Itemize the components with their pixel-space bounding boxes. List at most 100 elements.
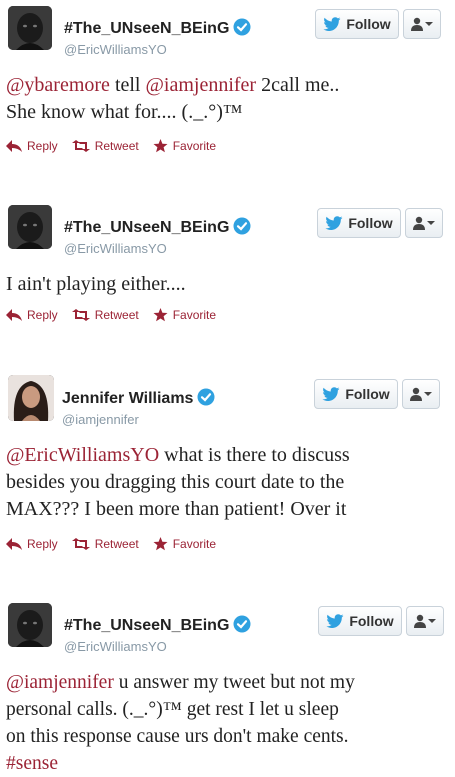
display-name-text: #The_UNseeN_BEinG bbox=[64, 617, 230, 634]
tweet-text: @ybaremore tell @iamjennifer 2call me.. … bbox=[6, 72, 446, 126]
tweet-text-segment: She know what for.... (._.°)™ bbox=[6, 101, 243, 123]
tweet-card: #The_UNseeN_BEinG @EricWilliamsYO Follow… bbox=[0, 6, 455, 166]
twitter-bird-icon bbox=[322, 387, 340, 401]
retweet-label: Retweet bbox=[94, 139, 139, 153]
retweet-icon bbox=[71, 309, 90, 321]
user-handle[interactable]: @EricWilliamsYO bbox=[64, 241, 167, 256]
star-icon bbox=[153, 139, 168, 153]
reply-button[interactable]: Reply bbox=[6, 308, 58, 322]
tweet-text: I ain't playing either.... bbox=[6, 271, 446, 298]
avatar[interactable] bbox=[8, 603, 52, 647]
star-icon bbox=[153, 537, 168, 551]
reply-button[interactable]: Reply bbox=[6, 139, 58, 153]
verified-badge-icon bbox=[233, 18, 251, 36]
favorite-label: Favorite bbox=[172, 537, 217, 551]
tweet-actions: Reply Retweet Favorite bbox=[6, 138, 230, 154]
reply-label: Reply bbox=[27, 139, 58, 153]
favorite-label: Favorite bbox=[172, 308, 217, 322]
display-name[interactable]: Jennifer Williams bbox=[62, 388, 215, 408]
tweet-text-segment: tell bbox=[109, 74, 146, 96]
retweet-button[interactable]: Retweet bbox=[71, 308, 139, 322]
retweet-label: Retweet bbox=[94, 308, 139, 322]
avatar-photo-icon bbox=[8, 375, 54, 421]
display-name[interactable]: #The_UNseeN_BEinG bbox=[64, 18, 251, 38]
twitter-bird-icon bbox=[323, 17, 341, 31]
tweet-text-segment: besides you dragging this court date to … bbox=[6, 471, 345, 493]
user-icon bbox=[410, 387, 422, 401]
follow-button[interactable]: Follow bbox=[318, 606, 402, 636]
follow-label: Follow bbox=[348, 215, 393, 231]
avatar[interactable] bbox=[8, 6, 52, 50]
reply-arrow-icon bbox=[6, 538, 22, 550]
tweet-text-segment: personal calls. (._.°)™ get rest I let u… bbox=[6, 699, 339, 720]
retweet-button[interactable]: Retweet bbox=[71, 537, 139, 551]
twitter-bird-icon bbox=[325, 216, 343, 230]
retweet-icon bbox=[71, 538, 90, 550]
display-name[interactable]: #The_UNseeN_BEinG bbox=[64, 217, 251, 237]
display-name-text: #The_UNseeN_BEinG bbox=[64, 219, 230, 236]
user-handle[interactable]: @EricWilliamsYO bbox=[64, 42, 167, 57]
user-actions-dropdown[interactable] bbox=[402, 379, 440, 409]
mention-link[interactable]: @iamjennifer bbox=[6, 672, 114, 693]
star-icon bbox=[153, 308, 168, 322]
user-handle[interactable]: @iamjennifer bbox=[62, 412, 139, 427]
tweet-text-segment: what is there to discuss bbox=[159, 444, 350, 466]
reply-arrow-icon bbox=[6, 309, 22, 321]
verified-badge-icon bbox=[233, 217, 251, 235]
reply-label: Reply bbox=[27, 308, 58, 322]
chevron-down-icon bbox=[425, 22, 433, 26]
reply-label: Reply bbox=[27, 537, 58, 551]
follow-label: Follow bbox=[345, 386, 390, 402]
user-actions-dropdown[interactable] bbox=[406, 606, 444, 636]
verified-badge-icon bbox=[233, 615, 251, 633]
user-icon bbox=[413, 216, 425, 230]
favorite-button[interactable]: Favorite bbox=[153, 139, 216, 153]
tweet-card: #The_UNseeN_BEinG @EricWilliamsYO Follow… bbox=[0, 603, 455, 776]
user-icon bbox=[414, 614, 426, 628]
chevron-down-icon bbox=[428, 619, 436, 623]
avatar-photo-icon bbox=[8, 205, 52, 249]
follow-label: Follow bbox=[346, 16, 391, 32]
tweet-text-segment: MAX??? I been more than patient! Over it bbox=[6, 498, 347, 520]
retweet-icon bbox=[71, 140, 90, 152]
tweet-actions: Reply Retweet Favorite bbox=[6, 307, 230, 323]
follow-label: Follow bbox=[349, 613, 394, 629]
verified-badge-icon bbox=[197, 388, 215, 406]
avatar-photo-icon bbox=[8, 603, 52, 647]
retweet-label: Retweet bbox=[94, 537, 139, 551]
favorite-button[interactable]: Favorite bbox=[153, 308, 216, 322]
user-icon bbox=[411, 17, 423, 31]
user-actions-dropdown[interactable] bbox=[405, 208, 443, 238]
tweet-card: #The_UNseeN_BEinG @EricWilliamsYO Follow… bbox=[0, 205, 455, 335]
tweet-text-segment: I ain't playing either.... bbox=[6, 273, 186, 295]
tweet-text: @EricWilliamsYO what is there to discuss… bbox=[6, 442, 446, 523]
follow-button[interactable]: Follow bbox=[317, 208, 401, 238]
chevron-down-icon bbox=[424, 392, 432, 396]
favorite-button[interactable]: Favorite bbox=[153, 537, 216, 551]
mention-link[interactable]: @EricWilliamsYO bbox=[6, 444, 159, 466]
tweet-card: Jennifer Williams @iamjennifer Follow @E… bbox=[0, 375, 455, 556]
mention-link[interactable]: @iamjennifer bbox=[145, 74, 256, 96]
display-name-text: #The_UNseeN_BEinG bbox=[64, 20, 230, 37]
tweet-text-segment: on this response cause urs don't make ce… bbox=[6, 726, 349, 747]
twitter-bird-icon bbox=[326, 614, 344, 628]
user-actions-dropdown[interactable] bbox=[403, 9, 441, 39]
tweet-text-segment: u answer my tweet but not my bbox=[113, 672, 355, 693]
avatar[interactable] bbox=[8, 205, 52, 249]
tweet-text: @iamjennifer u answer my tweet but not m… bbox=[6, 669, 446, 777]
mention-link[interactable]: @ybaremore bbox=[6, 74, 110, 96]
user-handle[interactable]: @EricWilliamsYO bbox=[64, 639, 167, 654]
display-name-text: Jennifer Williams bbox=[62, 390, 194, 407]
follow-button[interactable]: Follow bbox=[314, 379, 398, 409]
display-name[interactable]: #The_UNseeN_BEinG bbox=[64, 615, 251, 635]
avatar-photo-icon bbox=[8, 6, 52, 50]
follow-button[interactable]: Follow bbox=[315, 9, 399, 39]
tweet-text-segment: 2call me.. bbox=[256, 74, 340, 96]
chevron-down-icon bbox=[427, 221, 435, 225]
reply-button[interactable]: Reply bbox=[6, 537, 58, 551]
avatar[interactable] bbox=[8, 375, 54, 421]
reply-arrow-icon bbox=[6, 140, 22, 152]
retweet-button[interactable]: Retweet bbox=[71, 139, 139, 153]
hashtag-link[interactable]: #sense bbox=[6, 753, 58, 774]
favorite-label: Favorite bbox=[172, 139, 217, 153]
